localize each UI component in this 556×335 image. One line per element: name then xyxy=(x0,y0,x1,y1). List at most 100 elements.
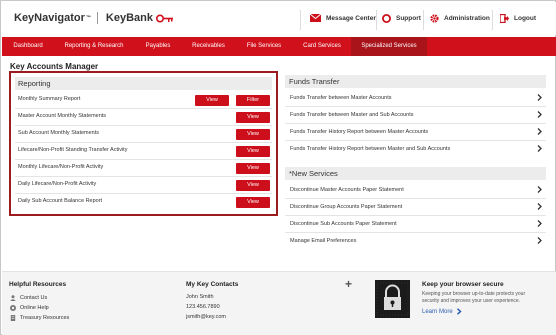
app-window: KeyNavigator ™ KeyBank Message Center Su… xyxy=(0,0,556,335)
funds-transfer-heading: Funds Transfer xyxy=(285,75,546,88)
top-header: KeyNavigator ™ KeyBank Message Center Su… xyxy=(2,2,556,35)
page-title: Key Accounts Manager xyxy=(10,62,99,71)
report-row: Sub Account Monthly Statements View xyxy=(15,126,272,143)
help-icon xyxy=(10,305,16,311)
browser-security-image xyxy=(375,280,410,318)
padlock-icon xyxy=(376,282,409,316)
header-separator xyxy=(423,10,424,30)
new-services-item-label: Discontinue Sub Accounts Paper Statement xyxy=(290,221,397,227)
brand-name: KeyNavigator xyxy=(14,12,85,24)
report-label: Master Account Monthly Statements xyxy=(18,113,107,119)
chevron-right-icon xyxy=(537,203,542,210)
reporting-heading: Reporting xyxy=(15,77,272,90)
header-separator xyxy=(492,10,493,30)
report-row: Master Account Monthly Statements View xyxy=(15,109,272,126)
chevron-right-icon xyxy=(537,145,542,152)
view-button[interactable]: View xyxy=(236,180,270,191)
funds-transfer-item[interactable]: Funds Transfer History Report between Ma… xyxy=(285,141,546,158)
message-center-link[interactable]: Message Center xyxy=(310,14,376,22)
brand-logo[interactable]: KeyNavigator ™ KeyBank xyxy=(14,12,174,24)
report-label: Lifecare/Non-Profit Standing Transfer Ac… xyxy=(18,147,128,153)
lifebuoy-icon xyxy=(382,14,391,23)
new-services-item-label: Manage Email Preferences xyxy=(290,238,357,244)
support-link[interactable]: Support xyxy=(382,14,421,23)
view-button[interactable]: View xyxy=(236,163,270,174)
helpful-resources-heading: Helpful Resources xyxy=(9,281,67,288)
funds-transfer-item[interactable]: Funds Transfer between Master and Sub Ac… xyxy=(285,107,546,124)
new-services-item[interactable]: Discontinue Master Accounts Paper Statem… xyxy=(285,182,546,199)
report-row: Daily Lifecare/Non-Profit Activity View xyxy=(15,177,272,194)
envelope-icon xyxy=(310,14,321,22)
online-help-link[interactable]: Online Help xyxy=(10,305,49,311)
report-row: Monthly Summary Report View Filter xyxy=(15,92,272,109)
learn-more-link[interactable]: Learn More xyxy=(422,308,462,315)
key-logo-icon xyxy=(156,14,173,22)
funds-transfer-item-label: Funds Transfer History Report between Ma… xyxy=(290,146,451,152)
report-label: Sub Account Monthly Statements xyxy=(18,130,100,136)
view-button[interactable]: View xyxy=(236,146,270,157)
funds-transfer-item-label: Funds Transfer History Report between Ma… xyxy=(290,129,429,135)
funds-transfer-item[interactable]: Funds Transfer between Master Accounts xyxy=(285,90,546,107)
report-label: Daily Sub Account Balance Report xyxy=(18,198,103,204)
header-separator xyxy=(376,10,377,30)
report-label: Monthly Summary Report xyxy=(18,96,81,102)
nav-receivables[interactable]: Receivables xyxy=(182,37,235,56)
contact-us-label: Contact Us xyxy=(20,295,48,301)
chevron-right-icon xyxy=(537,111,542,118)
main-nav: Dashboard Reporting & Research Payables … xyxy=(2,37,556,56)
header-separator xyxy=(300,10,301,30)
reporting-panel: Reporting Monthly Summary Report View Fi… xyxy=(9,71,278,216)
nav-reporting-research[interactable]: Reporting & Research xyxy=(54,37,134,56)
message-center-label: Message Center xyxy=(326,14,376,22)
view-button[interactable]: View xyxy=(236,197,270,208)
treasury-resources-link[interactable]: Treasury Resources xyxy=(10,315,69,321)
view-button[interactable]: View xyxy=(236,112,270,123)
view-button[interactable]: View xyxy=(195,95,229,106)
nav-file-services[interactable]: File Services xyxy=(235,37,293,56)
funds-transfer-item-label: Funds Transfer between Master Accounts xyxy=(290,95,392,101)
nav-payables[interactable]: Payables xyxy=(134,37,182,56)
report-label: Monthly Lifecare/Non-Profit Activity xyxy=(18,164,104,170)
new-services-item-label: Discontinue Group Accounts Paper Stateme… xyxy=(290,204,403,210)
logout-icon xyxy=(500,14,509,23)
chevron-right-icon xyxy=(537,237,542,244)
new-services-heading: *New Services xyxy=(285,167,546,180)
chevron-right-icon xyxy=(537,128,542,135)
logout-link[interactable]: Logout xyxy=(500,14,536,23)
treasury-resources-label: Treasury Resources xyxy=(20,315,70,321)
chevron-right-icon xyxy=(537,94,542,101)
new-services-item[interactable]: Manage Email Preferences xyxy=(285,233,546,250)
filter-button[interactable]: Filter xyxy=(236,95,270,106)
online-help-label: Online Help xyxy=(20,305,49,311)
contact-us-link[interactable]: Contact Us xyxy=(10,295,47,301)
nav-card-services[interactable]: Card Services xyxy=(293,37,351,56)
document-icon xyxy=(10,315,16,321)
funds-transfer-panel: Funds Transfer Funds Transfer between Ma… xyxy=(285,75,546,161)
add-contact-plus-icon[interactable]: + xyxy=(345,277,352,291)
nav-dashboard[interactable]: Dashboard xyxy=(2,37,54,56)
nav-specialized-services[interactable]: Specialized Services xyxy=(351,37,427,56)
contact-name: John Smith xyxy=(186,294,214,300)
funds-transfer-item[interactable]: Funds Transfer History Report between Ma… xyxy=(285,124,546,141)
administration-link[interactable]: Administration xyxy=(430,14,490,23)
view-button[interactable]: View xyxy=(236,129,270,140)
chevron-right-icon xyxy=(537,220,542,227)
bank-name: KeyBank xyxy=(105,12,153,24)
funds-transfer-item-label: Funds Transfer between Master and Sub Ac… xyxy=(290,112,414,118)
new-services-panel: *New Services Discontinue Master Account… xyxy=(285,167,546,253)
new-services-item[interactable]: Discontinue Group Accounts Paper Stateme… xyxy=(285,199,546,216)
chevron-right-icon xyxy=(456,308,462,315)
report-row: Lifecare/Non-Profit Standing Transfer Ac… xyxy=(15,143,272,160)
browser-secure-heading: Keep your browser secure xyxy=(422,281,504,288)
gear-icon xyxy=(430,14,439,23)
report-label: Daily Lifecare/Non-Profit Activity xyxy=(18,181,97,187)
my-key-contacts-heading: My Key Contacts xyxy=(186,281,239,288)
new-services-item-label: Discontinue Master Accounts Paper Statem… xyxy=(290,187,404,193)
new-services-item[interactable]: Discontinue Sub Accounts Paper Statement xyxy=(285,216,546,233)
person-icon xyxy=(10,295,16,301)
learn-more-label: Learn More xyxy=(422,308,453,315)
contact-email[interactable]: jsmith@key.com xyxy=(186,314,226,320)
support-label: Support xyxy=(396,15,421,22)
logout-label: Logout xyxy=(514,15,537,22)
footer: Helpful Resources Contact Us Online Help… xyxy=(2,271,556,335)
